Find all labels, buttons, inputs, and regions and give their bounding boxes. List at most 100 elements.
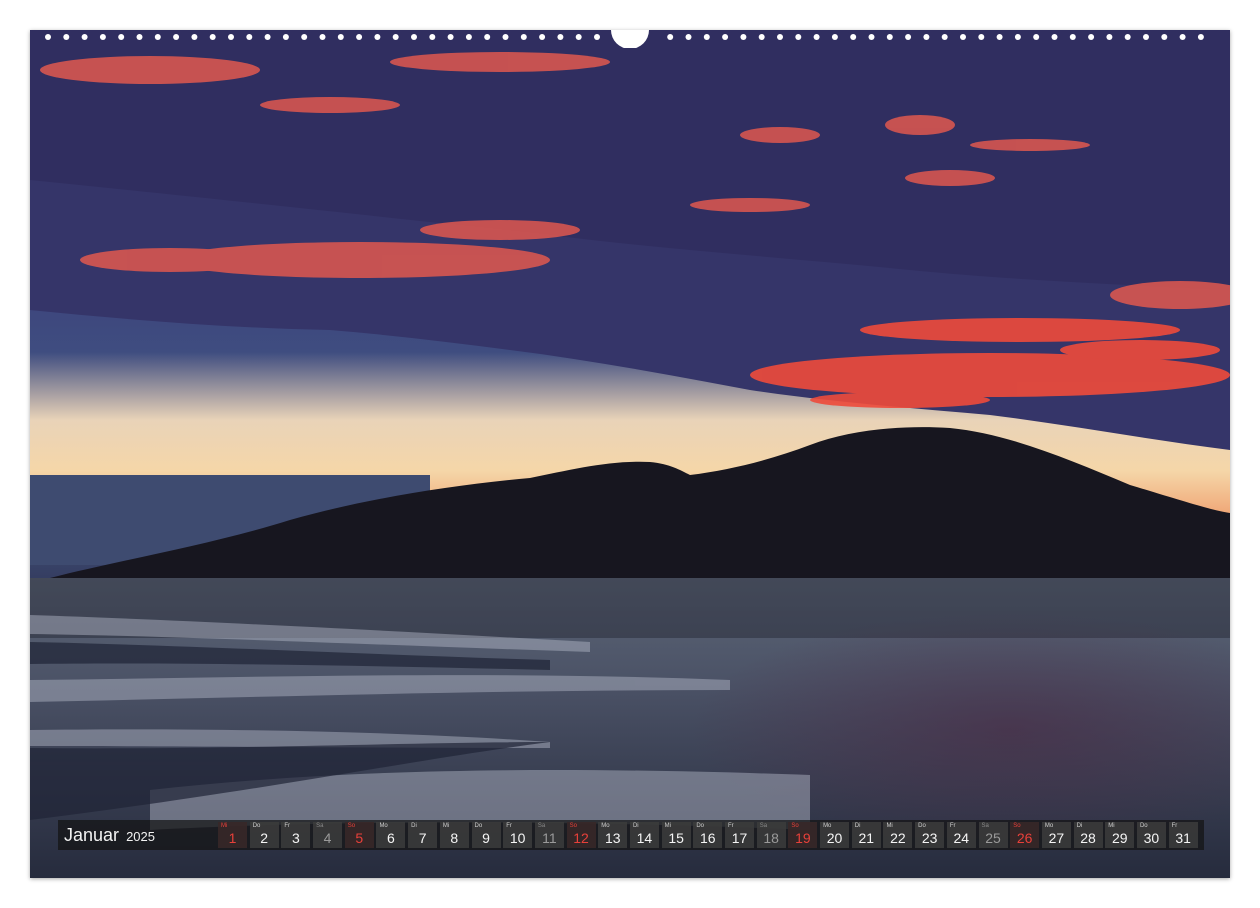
day-number: 28 <box>1080 830 1096 846</box>
day-cell: Fr 3 <box>281 822 311 848</box>
day-cell: So 19 <box>788 822 818 848</box>
day-number: 11 <box>542 830 557 846</box>
day-cell: Sa 25 <box>978 822 1008 848</box>
weekday-label: So <box>1013 823 1021 829</box>
year-label: 2025 <box>126 829 155 844</box>
weekday-label: Sa <box>537 823 546 829</box>
weekday-label: Fr <box>506 823 512 829</box>
weekday-label: Di <box>1076 823 1083 829</box>
binding-dot <box>795 34 802 40</box>
day-cell: Mo 20 <box>820 822 850 848</box>
weekday-label: Fr <box>728 823 734 829</box>
weekday-label: Fr <box>284 823 291 829</box>
binding-dot <box>703 34 710 40</box>
day-number: 10 <box>509 830 526 846</box>
landscape-image <box>30 30 1230 878</box>
day-cell: Mo 13 <box>598 822 628 848</box>
weekday-label: Di <box>854 823 861 829</box>
day-cell: Sa 4 <box>313 822 343 848</box>
day-cell: Do 9 <box>471 822 501 848</box>
day-cell: Do 30 <box>1136 822 1166 848</box>
binding-dot <box>758 34 765 40</box>
binding-dot <box>1014 34 1021 40</box>
weekday-label: Mo <box>379 823 388 829</box>
day-number: 27 <box>1048 830 1065 846</box>
binding-dot <box>831 34 838 40</box>
month-label: Januar 2025 <box>64 825 155 846</box>
binding-dot <box>264 34 271 40</box>
day-cell: Mi 29 <box>1105 822 1135 848</box>
binding-dot <box>484 34 491 40</box>
binding-dot <box>173 34 180 40</box>
day-cell: Sa 18 <box>756 822 786 848</box>
day-cell: Do 23 <box>915 822 945 848</box>
day-cell: So 26 <box>1010 822 1040 848</box>
weekday-label: Mo <box>1044 823 1054 829</box>
binding-dot <box>978 34 985 40</box>
weekday-label: So <box>347 823 356 829</box>
day-number: 16 <box>700 830 716 846</box>
day-cell: Mi 8 <box>439 822 469 848</box>
binding-dot <box>539 34 546 40</box>
day-number: 17 <box>731 830 748 846</box>
binding-dot <box>502 34 509 40</box>
binding-dot <box>118 34 125 40</box>
day-number: 30 <box>1143 830 1160 846</box>
day-cell: Mo 6 <box>376 822 406 848</box>
binding-dot <box>1143 34 1149 40</box>
weekday-label: Do <box>252 823 261 829</box>
binding-dot <box>191 34 198 40</box>
binding-dot <box>850 34 857 40</box>
binding-dot <box>411 34 417 40</box>
day-number: 22 <box>890 830 906 846</box>
binding-dot <box>520 34 527 40</box>
weekday-label: Sa <box>316 823 324 829</box>
day-cell: Mo 27 <box>1041 822 1071 848</box>
day-cell: Di 7 <box>408 822 438 848</box>
binding-dot <box>282 34 289 40</box>
binding-dot <box>63 34 70 40</box>
binding-dot <box>594 34 600 40</box>
binding-dot <box>45 34 51 40</box>
binding-dot <box>99 34 106 40</box>
binding-dot <box>429 34 436 40</box>
binding-dot <box>722 34 729 40</box>
weekday-label: Mo <box>823 823 832 829</box>
binding-dot <box>356 34 363 40</box>
day-number: 31 <box>1175 830 1191 846</box>
day-number: 2 <box>260 830 269 846</box>
binding-dot <box>392 34 399 40</box>
binding-dot <box>886 34 893 40</box>
binding-dot <box>1069 34 1076 40</box>
binding-dot <box>557 34 564 40</box>
binding-dot <box>575 34 582 40</box>
day-cell: So 5 <box>344 822 374 848</box>
day-number: 13 <box>604 830 621 846</box>
binding-dot <box>228 34 234 40</box>
day-cell: Do 2 <box>249 822 279 848</box>
weekday-label: Fr <box>1171 823 1178 829</box>
day-number: 26 <box>1016 830 1033 846</box>
weekday-label: Do <box>696 823 704 829</box>
day-cell: Di 21 <box>851 822 881 848</box>
day-number: 3 <box>291 830 300 846</box>
hanger-notch <box>611 30 649 48</box>
binding-dot <box>154 34 161 40</box>
day-number: 9 <box>482 830 490 846</box>
binding-dot <box>1179 34 1186 40</box>
day-cell: Sa 11 <box>534 822 564 848</box>
binding-dot <box>813 34 820 40</box>
day-number: 7 <box>418 830 427 846</box>
weekday-label: Mi <box>1108 823 1115 829</box>
day-number: 6 <box>387 830 395 846</box>
day-number: 15 <box>668 830 684 846</box>
weekday-label: Do <box>1139 823 1148 829</box>
binding-dot <box>905 34 912 40</box>
day-number: 18 <box>763 830 779 846</box>
weekday-label: Di <box>411 823 417 829</box>
day-cell: Di 28 <box>1073 822 1103 848</box>
binding-dot <box>136 34 143 40</box>
weekday-label: Mo <box>601 823 610 829</box>
weekday-label: Sa <box>759 823 768 829</box>
binding-dot <box>1124 34 1131 40</box>
